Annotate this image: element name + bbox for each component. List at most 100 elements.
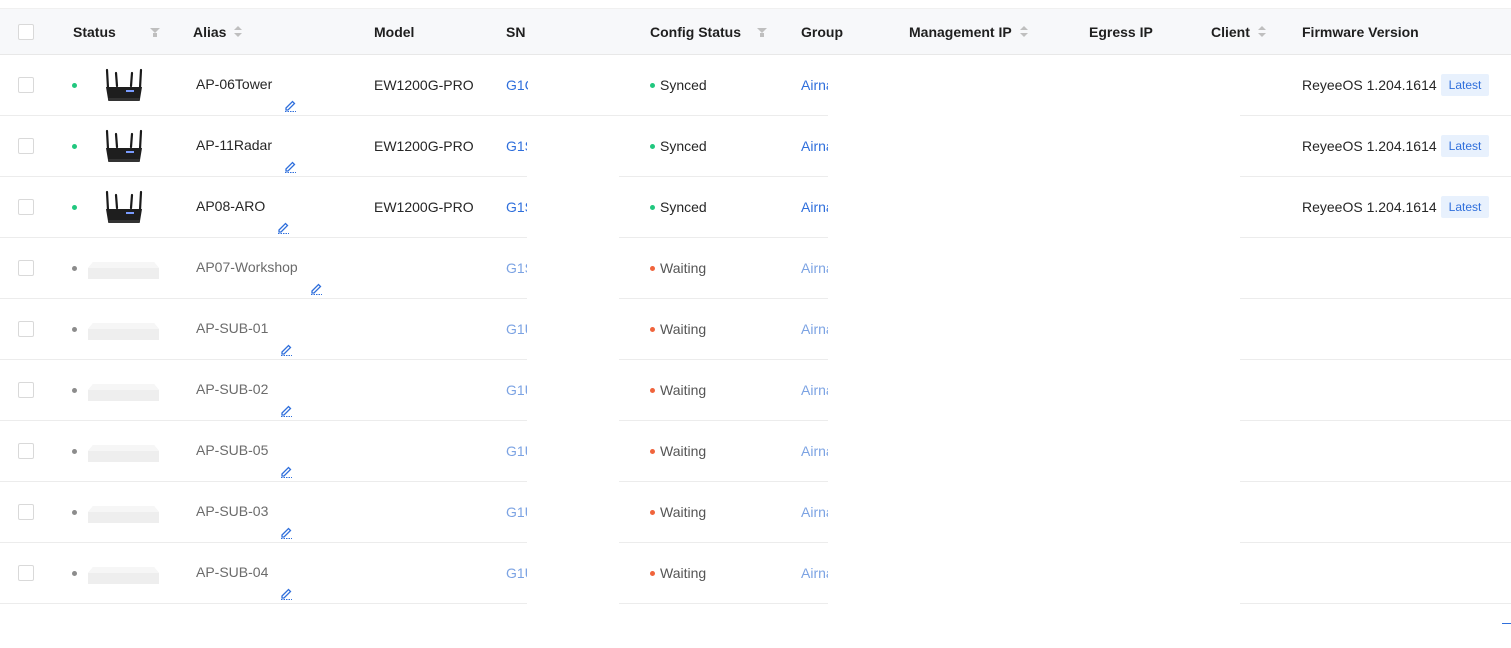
edit-icon[interactable] — [284, 78, 297, 112]
group-link[interactable]: Airna — [801, 360, 830, 420]
row-checkbox[interactable] — [18, 199, 34, 215]
status-dot — [72, 205, 77, 210]
config-status: Waiting — [650, 238, 706, 298]
column-status: Status — [73, 24, 116, 40]
device-sn-link[interactable]: G1U — [506, 543, 528, 603]
device-alias: AP07-Workshop — [196, 238, 323, 298]
edit-icon[interactable] — [310, 261, 323, 295]
row-checkbox[interactable] — [18, 77, 34, 93]
config-status-dot — [650, 326, 655, 332]
table-row[interactable]: AP-SUB-05 G1U Waiting Airna — [0, 421, 1511, 482]
group-link[interactable]: Airna — [801, 543, 830, 603]
status-dot — [72, 327, 77, 332]
config-status-dot — [650, 448, 655, 454]
edit-icon[interactable] — [280, 444, 293, 478]
column-group: Group — [801, 24, 843, 40]
status-dot — [72, 449, 77, 454]
edit-icon[interactable] — [280, 505, 293, 539]
edit-icon[interactable] — [280, 566, 293, 600]
config-status: Waiting — [650, 543, 706, 603]
table-row[interactable]: AP-SUB-02 G1U Waiting Airna — [0, 360, 1511, 421]
row-checkbox[interactable] — [18, 260, 34, 276]
group-link[interactable]: Airna — [801, 55, 830, 115]
device-alias: AP-SUB-04 — [196, 543, 293, 603]
device-sn-link[interactable]: G1U — [506, 299, 528, 359]
status-dot — [72, 571, 77, 576]
table-row[interactable]: AP-06Tower EW1200G-PRO G1C Synced Airna Reyee… — [0, 55, 1511, 116]
column-alias[interactable]: Alias — [193, 9, 243, 55]
sort-icon[interactable] — [1019, 26, 1028, 38]
row-checkbox[interactable] — [18, 321, 34, 337]
table-row[interactable]: AP08-ARO EW1200G-PRO G1S Synced Airna ReyeeOS… — [0, 177, 1511, 238]
table-body: AP-06Tower EW1200G-PRO G1C Synced Airna Reyee… — [0, 55, 1511, 604]
device-sn-link[interactable]: G1S — [506, 177, 528, 237]
device-sn-link[interactable]: G1U — [506, 360, 528, 420]
ceiling-ap-icon — [87, 259, 160, 281]
device-sn-link[interactable]: G1S — [506, 238, 528, 298]
config-status: Waiting — [650, 482, 706, 542]
config-status-dot — [650, 387, 655, 393]
device-sn-link[interactable]: G1U — [506, 421, 528, 481]
filter-icon[interactable] — [150, 28, 160, 38]
edit-icon[interactable] — [277, 200, 290, 234]
ceiling-ap-icon — [87, 503, 160, 525]
config-status-dot — [650, 204, 655, 210]
config-status-dot — [650, 265, 655, 271]
row-checkbox[interactable] — [18, 138, 34, 154]
sort-icon[interactable] — [1257, 26, 1266, 38]
sort-icon[interactable] — [234, 26, 243, 38]
column-egress-ip: Egress IP — [1089, 24, 1153, 40]
group-link[interactable]: Airna — [801, 238, 830, 298]
ceiling-ap-icon — [87, 320, 160, 342]
redacted-area — [828, 55, 1240, 606]
column-client[interactable]: Client — [1211, 9, 1266, 55]
table-row[interactable]: AP-SUB-04 G1U Waiting Airna — [0, 543, 1511, 604]
device-sn-link[interactable]: G1C — [506, 55, 528, 115]
ceiling-ap-icon — [87, 381, 160, 403]
config-status-dot — [650, 509, 655, 515]
device-sn-link[interactable]: G1S — [506, 116, 528, 176]
device-alias: AP-SUB-01 — [196, 299, 293, 359]
group-link[interactable]: Airna — [801, 299, 830, 359]
table-row[interactable]: AP-11Radar EW1200G-PRO G1S Synced Airna Reyee… — [0, 116, 1511, 177]
group-link[interactable]: Airna — [801, 116, 830, 176]
config-status: Synced — [650, 177, 707, 237]
device-sn-link[interactable]: G1U — [506, 482, 528, 542]
column-firmware-version: Firmware Version — [1302, 24, 1419, 40]
config-status-dot — [650, 82, 655, 88]
row-checkbox[interactable] — [18, 382, 34, 398]
edit-icon[interactable] — [284, 139, 297, 173]
ceiling-ap-icon — [87, 442, 160, 464]
device-alias: AP-11Radar — [196, 116, 297, 176]
latest-badge: Latest — [1440, 74, 1490, 97]
column-management-ip[interactable]: Management IP — [909, 9, 1028, 55]
config-status: Waiting — [650, 299, 706, 359]
row-checkbox[interactable] — [18, 504, 34, 520]
router-icon — [104, 129, 144, 163]
filter-icon[interactable] — [757, 28, 767, 38]
router-icon — [104, 190, 144, 224]
row-checkbox[interactable] — [18, 443, 34, 459]
device-alias: AP-SUB-05 — [196, 421, 293, 481]
device-model: EW1200G-PRO — [374, 77, 474, 93]
firmware-version: ReyeeOS 1.204.1614 Latest — [1302, 177, 1490, 237]
group-link[interactable]: Airna — [801, 421, 830, 481]
table-row[interactable]: AP-SUB-03 G1U Waiting Airna — [0, 482, 1511, 543]
table-row[interactable]: AP07-Workshop G1S Waiting Airna — [0, 238, 1511, 299]
device-alias: AP08-ARO — [196, 177, 290, 237]
device-table: Status Alias Model SN Config Status Grou… — [0, 8, 1511, 604]
device-alias: AP-SUB-03 — [196, 482, 293, 542]
select-all-checkbox[interactable] — [18, 24, 34, 40]
group-link[interactable]: Airna — [801, 482, 830, 542]
latest-badge: Latest — [1440, 135, 1490, 158]
config-status: Synced — [650, 116, 707, 176]
edit-icon[interactable] — [280, 383, 293, 417]
table-row[interactable]: AP-SUB-01 G1U Waiting Airna — [0, 299, 1511, 360]
edit-icon[interactable] — [280, 322, 293, 356]
row-checkbox[interactable] — [18, 565, 34, 581]
scroll-indicator[interactable] — [1502, 623, 1511, 624]
group-link[interactable]: Airna — [801, 177, 830, 237]
column-sn: SN — [506, 24, 526, 40]
column-model: Model — [374, 24, 415, 40]
table-header: Status Alias Model SN Config Status Grou… — [0, 8, 1511, 55]
